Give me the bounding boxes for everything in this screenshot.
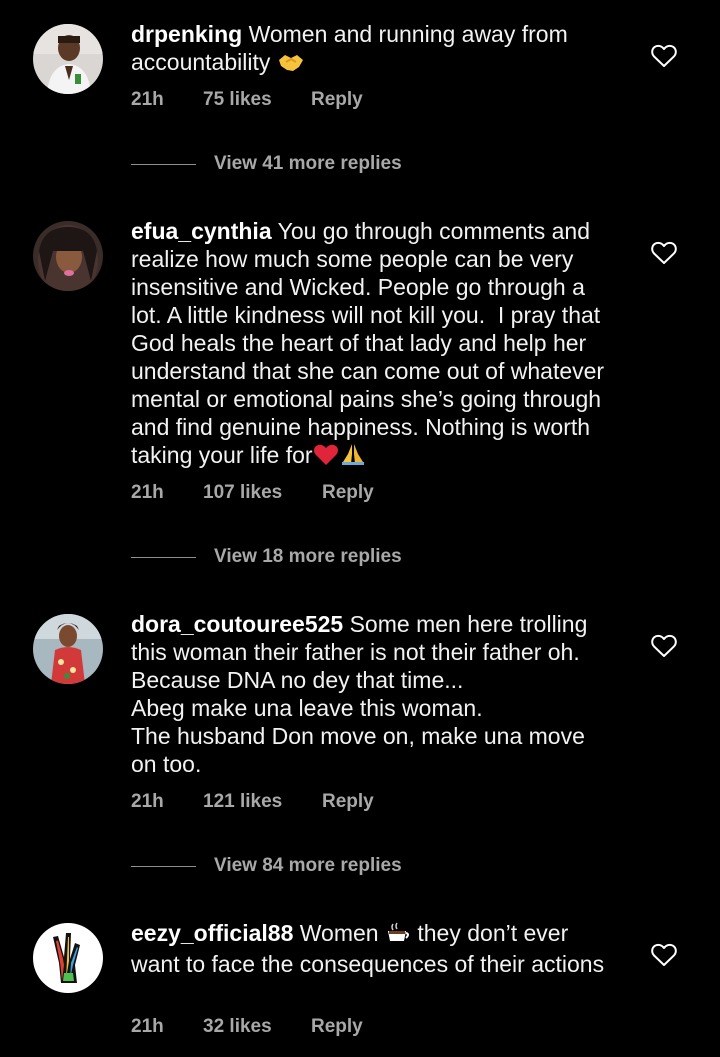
username[interactable]: efua_cynthia [131,218,272,244]
comment-body: You go through comments and realize how … [131,218,611,468]
divider-line [131,164,196,165]
view-more-replies[interactable]: View 84 more replies [131,854,531,878]
timestamp: 21h [131,1016,164,1037]
heart-outline-icon[interactable] [651,44,677,68]
reply-button[interactable]: Reply [311,88,363,112]
comment-text: drpenking Women and running away from ac… [131,20,611,79]
reply-button[interactable]: Reply [322,481,374,505]
heart-outline-icon[interactable] [651,634,677,658]
timestamp: 21h [131,791,164,812]
avatar[interactable] [33,24,103,94]
comment-body-start: Women [299,920,379,946]
reply-button[interactable]: Reply [322,790,374,814]
comment-text: dora_coutouree525 Some men here trolling… [131,610,611,778]
comment-text: efua_cynthia You go through comments and… [131,217,611,472]
timestamp: 21h [131,89,164,110]
username[interactable]: dora_coutouree525 [131,611,343,637]
avatar[interactable] [33,221,103,291]
divider-line [131,557,196,558]
view-more-label[interactable]: View 41 more replies [214,152,402,176]
avatar-eezy-official88-image [33,923,103,993]
view-more-replies[interactable]: View 41 more replies [131,152,531,176]
folded-hands-emoji-icon [339,442,367,472]
avatar[interactable] [33,614,103,684]
reply-button[interactable]: Reply [311,1015,363,1039]
heart-outline-icon[interactable] [651,943,677,967]
divider-line [131,866,196,867]
red-heart-emoji-icon [313,444,339,472]
avatar-efua-cynthia-image [33,221,103,291]
username[interactable]: eezy_official88 [131,920,293,946]
view-more-label[interactable]: View 84 more replies [214,854,402,878]
comment-text: eezy_official88 Women they don’t ever wa… [131,919,611,978]
avatar-dora-coutouree525-image [33,614,103,684]
view-more-replies[interactable]: View 18 more replies [131,545,531,569]
avatar[interactable] [33,923,103,993]
likes-count[interactable]: 107 likes [203,481,282,505]
username[interactable]: drpenking [131,21,242,47]
handshake-emoji-icon [277,51,305,79]
likes-count[interactable]: 75 likes [203,88,272,112]
heart-outline-icon[interactable] [651,241,677,265]
timestamp: 21h [131,482,164,503]
hot-beverage-emoji-icon [385,922,411,950]
likes-count[interactable]: 32 likes [203,1015,272,1039]
avatar-drpenking-image [33,24,103,94]
view-more-label[interactable]: View 18 more replies [214,545,402,569]
likes-count[interactable]: 121 likes [203,790,282,814]
